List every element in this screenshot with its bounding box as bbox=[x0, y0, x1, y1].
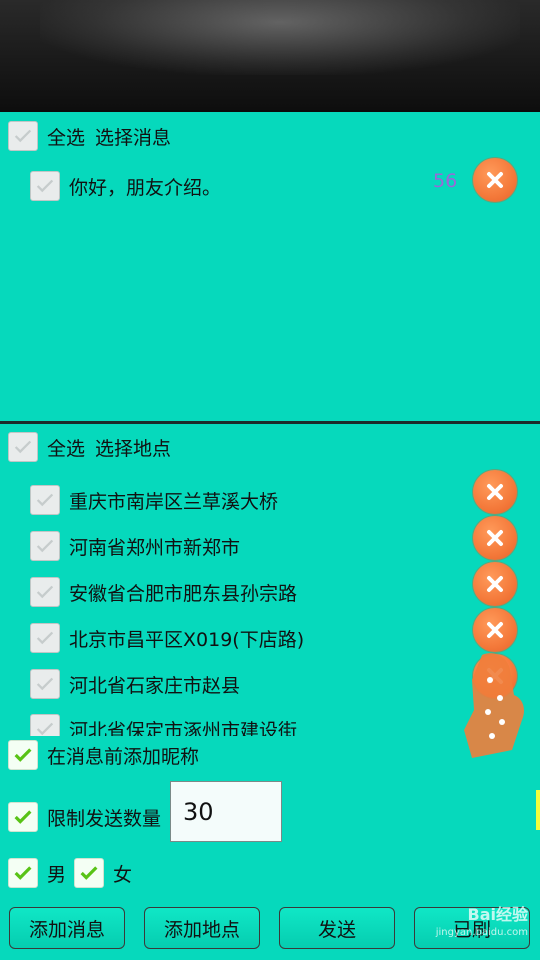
location-list-panel: 重庆市南岸区兰草溪大桥 河南省郑州市新郑市 安徽省合肥市肥东县孙宗路 北京市昌平… bbox=[0, 424, 540, 736]
limit-send-checkbox[interactable] bbox=[8, 802, 38, 832]
location-item[interactable]: 河南省郑州市新郑市 bbox=[30, 526, 240, 566]
location-delete-button[interactable] bbox=[473, 516, 517, 560]
location-item-checkbox[interactable] bbox=[30, 485, 60, 515]
add-location-button[interactable]: 添加地点 bbox=[144, 907, 260, 949]
message-select-all-checkbox[interactable] bbox=[8, 121, 38, 151]
check-icon bbox=[36, 539, 54, 553]
check-icon bbox=[14, 129, 32, 143]
location-item-text: 河北省石家庄市赵县 bbox=[69, 674, 241, 697]
message-item-text: 你好，朋友介绍。 bbox=[69, 176, 222, 199]
message-select-all-row[interactable]: 全选 选择消息 bbox=[8, 116, 171, 156]
close-icon bbox=[487, 576, 503, 592]
male-checkbox[interactable] bbox=[8, 858, 38, 888]
close-icon bbox=[487, 172, 503, 188]
location-item-checkbox[interactable] bbox=[30, 714, 60, 736]
check-icon bbox=[14, 810, 32, 824]
check-icon bbox=[36, 677, 54, 691]
add-nickname-row[interactable]: 在消息前添加昵称 bbox=[8, 735, 199, 775]
app-header bbox=[0, 0, 540, 112]
message-list-panel bbox=[0, 112, 540, 422]
location-item-text: 重庆市南岸区兰草溪大桥 bbox=[69, 490, 279, 513]
send-button[interactable]: 发送 bbox=[279, 907, 395, 949]
location-item-text: 安徽省合肥市肥东县孙宗路 bbox=[69, 582, 298, 605]
scroll-edge-indicator bbox=[536, 790, 540, 830]
female-label: 女 bbox=[113, 863, 133, 886]
location-item-text: 河南省郑州市新郑市 bbox=[69, 536, 241, 559]
location-delete-button[interactable] bbox=[473, 562, 517, 606]
message-select-all-label: 全选 bbox=[47, 126, 86, 149]
male-label: 男 bbox=[47, 863, 67, 886]
message-section-title: 选择消息 bbox=[95, 126, 172, 149]
location-item-checkbox[interactable] bbox=[30, 531, 60, 561]
location-item[interactable]: 安徽省合肥市肥东县孙宗路 bbox=[30, 572, 297, 612]
limit-send-label: 限制发送数量 bbox=[47, 807, 162, 830]
location-item[interactable]: 河北省石家庄市赵县 bbox=[30, 664, 240, 704]
location-delete-button[interactable] bbox=[473, 470, 517, 514]
check-icon bbox=[36, 493, 54, 507]
location-delete-button[interactable] bbox=[473, 608, 517, 652]
location-item-checkbox[interactable] bbox=[30, 577, 60, 607]
add-nickname-label: 在消息前添加昵称 bbox=[47, 745, 200, 768]
check-icon bbox=[80, 866, 98, 880]
location-item[interactable]: 河北省保定市涿州市建设街 bbox=[30, 709, 297, 736]
close-icon bbox=[487, 484, 503, 500]
pointer-hand-icon bbox=[464, 653, 525, 758]
check-icon bbox=[36, 585, 54, 599]
location-item-text: 北京市昌平区X019(下店路) bbox=[69, 628, 305, 651]
add-message-button[interactable]: 添加消息 bbox=[9, 907, 125, 949]
check-icon bbox=[36, 722, 54, 736]
baidu-watermark: Bai经验 jingyan.baidu.com bbox=[436, 906, 528, 942]
female-checkbox[interactable] bbox=[74, 858, 105, 888]
message-item-count: 56 bbox=[433, 170, 458, 192]
close-icon bbox=[487, 622, 503, 638]
check-icon bbox=[14, 748, 32, 762]
watermark-url: jingyan.baidu.com bbox=[435, 927, 528, 938]
limit-count-input[interactable]: 30 bbox=[170, 781, 282, 842]
location-item-text: 河北省保定市涿州市建设街 bbox=[69, 719, 298, 737]
close-icon bbox=[487, 530, 503, 546]
location-item-checkbox[interactable] bbox=[30, 623, 60, 653]
message-delete-button[interactable] bbox=[473, 158, 517, 202]
header-blur bbox=[40, 0, 520, 75]
gender-row: 男 女 bbox=[8, 853, 132, 893]
message-item[interactable]: 你好，朋友介绍。 bbox=[30, 166, 221, 206]
check-icon bbox=[14, 866, 32, 880]
check-icon bbox=[36, 179, 54, 193]
location-item[interactable]: 北京市昌平区X019(下店路) bbox=[30, 618, 304, 658]
location-item-checkbox[interactable] bbox=[30, 669, 60, 699]
limit-send-row[interactable]: 限制发送数量 bbox=[8, 797, 161, 837]
add-nickname-checkbox[interactable] bbox=[8, 740, 38, 770]
location-item[interactable]: 重庆市南岸区兰草溪大桥 bbox=[30, 480, 278, 520]
watermark-brand: Bai经验 bbox=[467, 905, 528, 924]
message-item-checkbox[interactable] bbox=[30, 171, 60, 201]
check-icon bbox=[36, 631, 54, 645]
